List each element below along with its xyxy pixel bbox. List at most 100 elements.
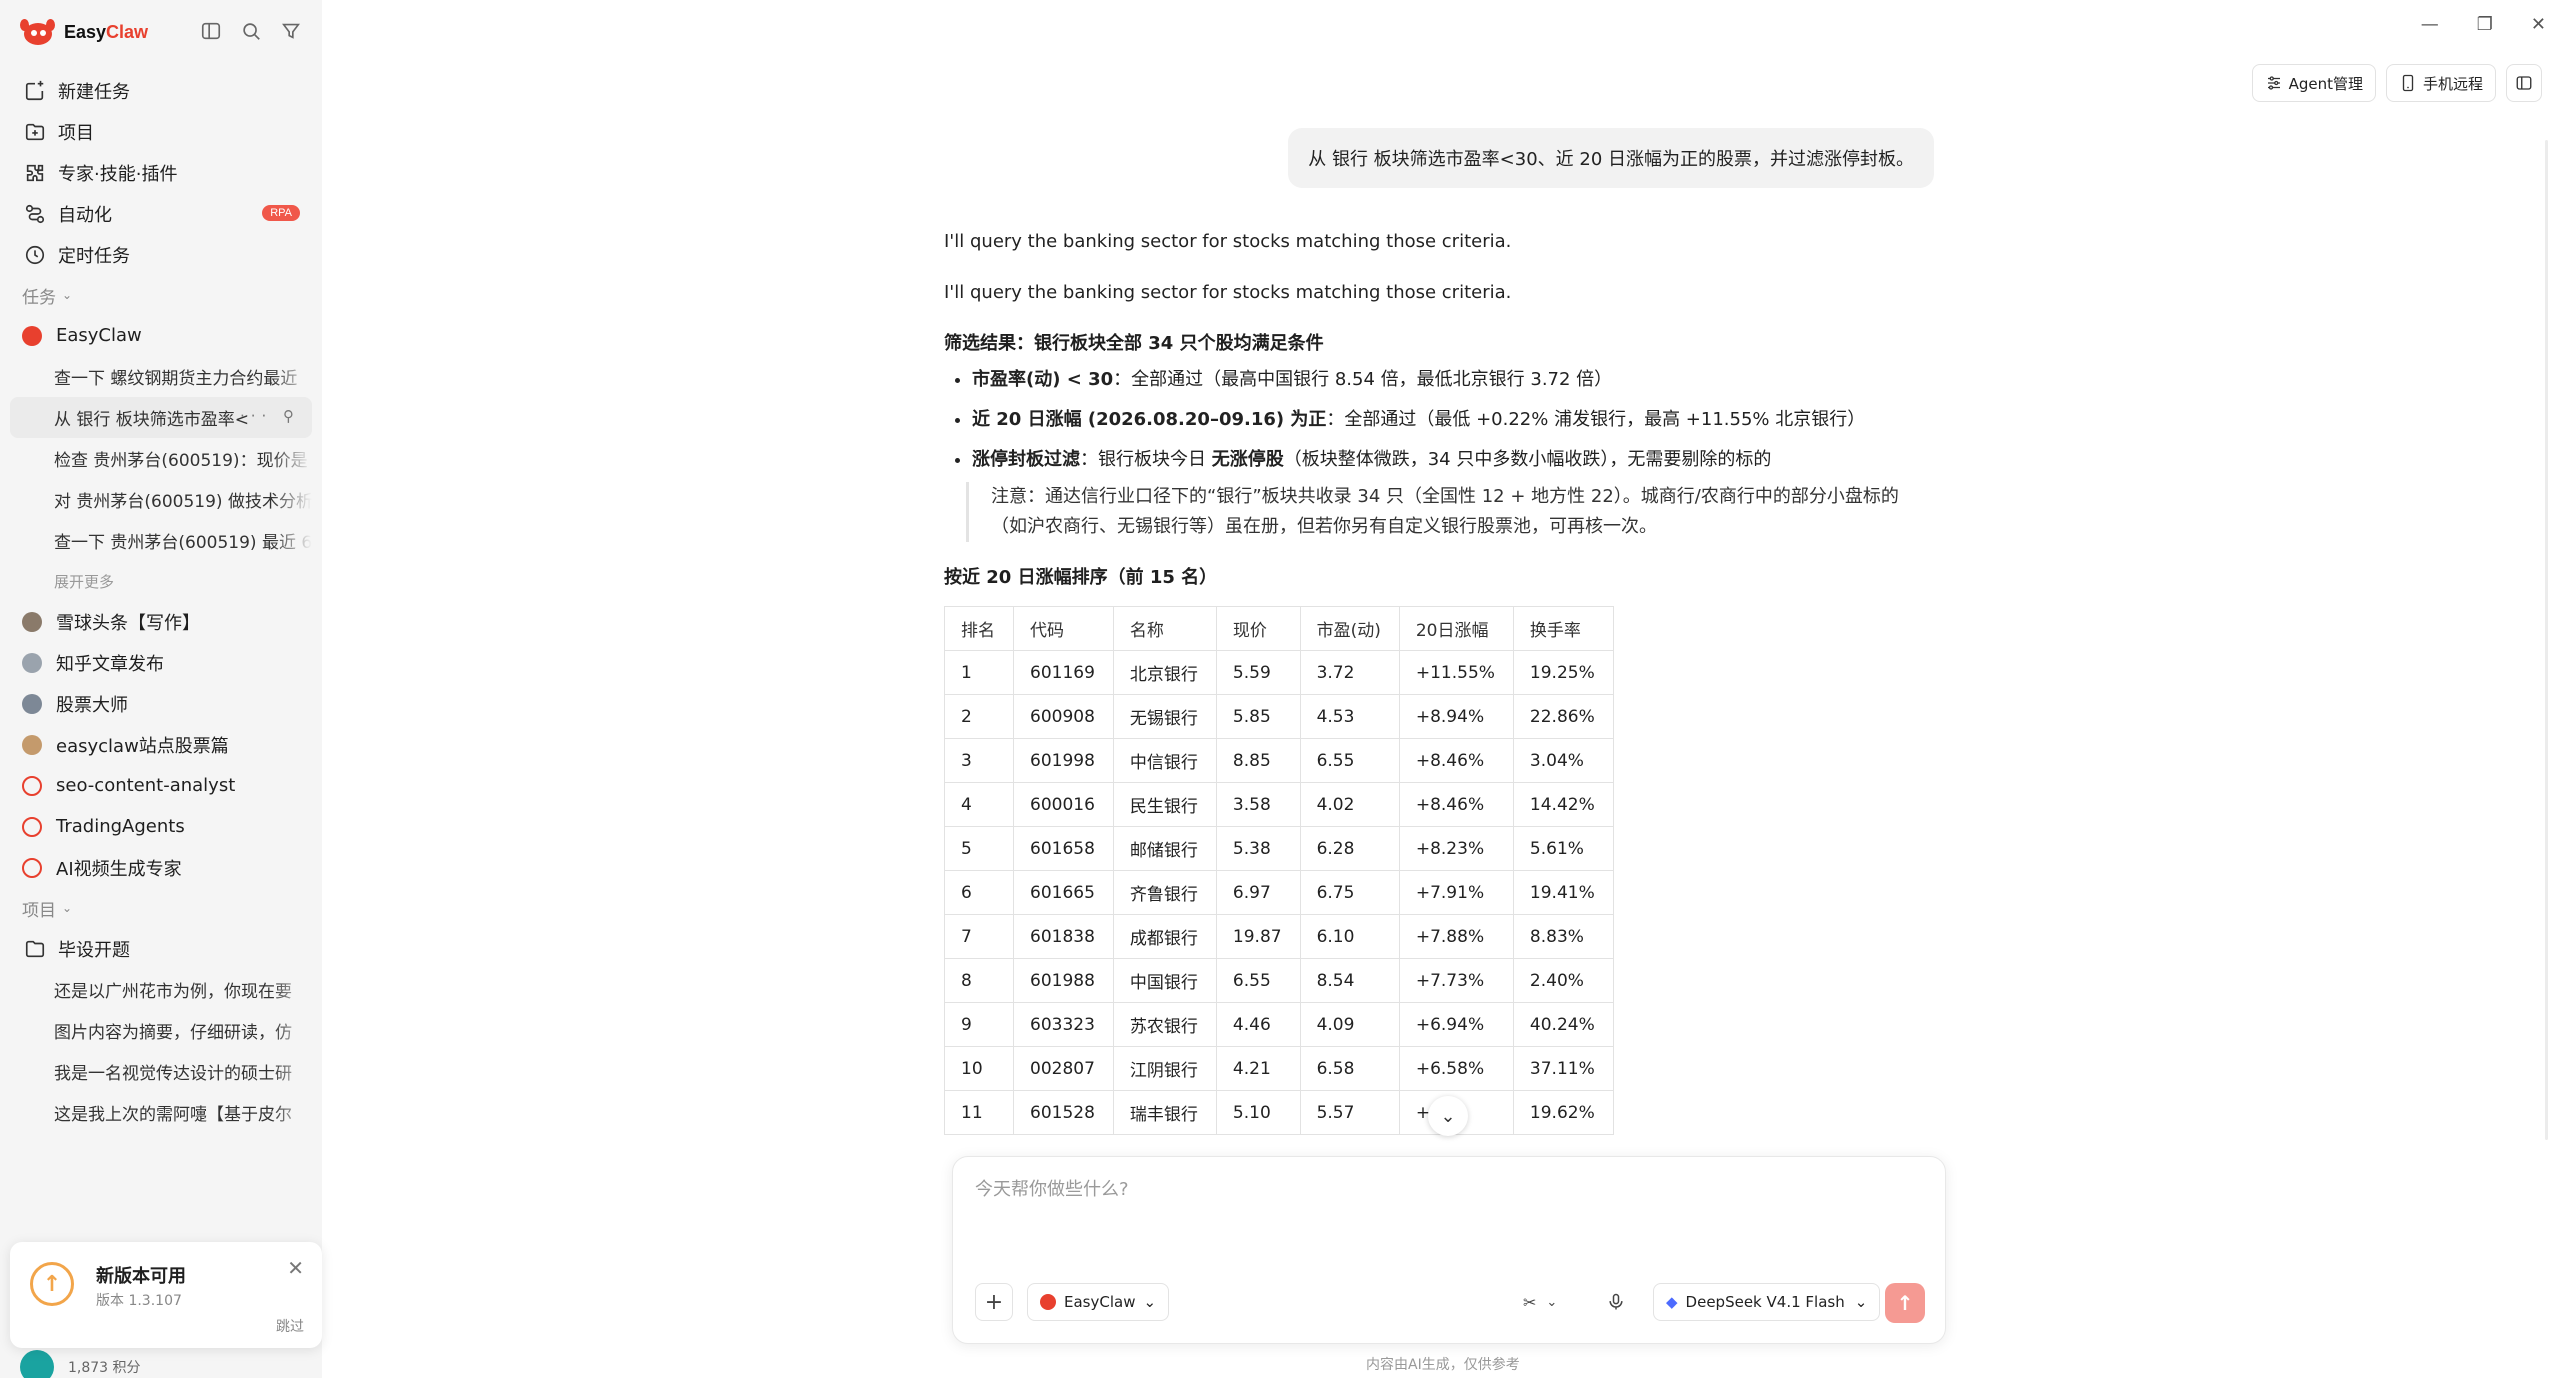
table-cell: 600908 [1013,694,1114,739]
agent-item[interactable]: 知乎文章发布 [10,642,312,683]
project-item[interactable]: 还是以广州花市为例，你现在要 [10,969,312,1010]
table-cell: +8.23% [1398,826,1514,871]
close-window-icon[interactable]: ✕ [2531,14,2546,35]
update-version: 版本 1.3.107 [96,1293,182,1309]
mobile-remote-button[interactable]: 手机远程 [2385,64,2496,102]
task-more-pin-icon[interactable]: ··· ⚲ [240,407,300,425]
close-icon[interactable]: ✕ [287,1256,304,1280]
avatar [22,693,42,714]
table-cell: 8 [944,958,1014,1003]
agent-item[interactable]: AI视频生成专家 [10,847,312,888]
nav-automation[interactable]: 自动化 RPA [10,193,312,234]
agent-item[interactable]: 雪球头条【写作】 [10,601,312,642]
table-cell: +7.88% [1398,914,1514,959]
table-cell: 2.40% [1512,958,1614,1003]
table-cell: 6.10 [1299,914,1400,959]
task-item[interactable]: 查一下 螺纹钢期货主力合约最近 [10,356,312,397]
table-header-cell: 名称 [1112,606,1217,651]
table-row: 9 603323 苏农银行 4.46 4.09 +6.94% 40.24% [944,1002,1614,1047]
table-cell: 37.11% [1512,1046,1614,1091]
agent-item[interactable]: seo-content-analyst [10,765,312,806]
table-cell: 5.10 [1215,1090,1301,1135]
folder-icon [25,940,45,957]
projects-section-header[interactable]: 项目 ⌄ [10,888,312,928]
avatar [20,1350,54,1378]
sidebar-toggle-icon[interactable] [200,20,222,42]
table-cell: 邮储银行 [1112,826,1217,871]
table-cell: 4.46 [1215,1002,1301,1047]
agent-management-button[interactable]: Agent管理 [2251,64,2376,102]
nav-new-task[interactable]: 新建任务 [10,70,312,111]
minimize-icon[interactable]: — [2421,14,2439,35]
arrow-up-icon: ↑ [1896,1291,1914,1315]
sliders-icon [2267,76,2280,90]
user-points: 1,873 积分 [68,1360,141,1376]
table-cell: 40.24% [1512,1002,1614,1047]
table-cell: 8.85 [1215,738,1301,783]
microphone-button[interactable] [1597,1283,1635,1321]
restore-icon[interactable]: ❐ [2477,14,2493,35]
chevron-down-icon: ⌄ [1546,1294,1558,1310]
prompt-input[interactable]: 今天帮你做些什么? [975,1175,1129,1201]
scrollbar[interactable] [2545,140,2548,1140]
table-cell: 601169 [1013,650,1114,695]
table-cell: 4.02 [1299,782,1400,827]
phone-icon [2402,74,2414,92]
filter-icon[interactable] [280,20,302,42]
table-cell: 603323 [1013,1002,1114,1047]
sidebar: EasyClaw 新建任务 项目 专家·技能·插件 自动化 RPA 定时任务 任… [0,0,322,1378]
panel-toggle-button[interactable] [2506,64,2542,102]
skip-button[interactable]: 跳过 [276,1316,304,1336]
claw-icon [22,857,42,878]
add-attachment-button[interactable]: + [975,1283,1013,1321]
tasks-section-header[interactable]: 任务 ⌄ [10,275,312,315]
table-cell: 4.53 [1299,694,1400,739]
table-cell: 江阴银行 [1112,1046,1217,1091]
chevron-down-icon: ⌄ [62,901,73,915]
model-selector[interactable]: ◆ DeepSeek V4.1 Flash ⌄ [1653,1283,1881,1321]
task-item[interactable]: 检查 贵州茅台(600519)：现价是 [10,438,312,479]
table-cell: 2 [944,694,1014,739]
project-item[interactable]: 我是一名视觉传达设计的硕士研 [10,1051,312,1092]
task-group-easyclaw[interactable]: EasyClaw [10,315,312,356]
agent-item[interactable]: 股票大师 [10,683,312,724]
arrow-up-icon: ↑ [30,1262,74,1306]
nav-plugins[interactable]: 专家·技能·插件 [10,152,312,193]
table-cell: 5.59 [1215,650,1301,695]
claw-icon [22,816,42,837]
assistant-reply: I'll query the banking sector for stocks… [944,228,1904,1135]
task-item-active[interactable]: 从 银行 板块筛选市盈率< ··· ⚲ [10,397,312,438]
tools-toggle[interactable]: ✂ ⌄ [1523,1283,1557,1321]
table-cell: 9 [944,1002,1014,1047]
send-button[interactable]: ↑ [1885,1283,1925,1323]
claw-icon [22,775,42,796]
scroll-down-button[interactable]: ⌄ [1428,1096,1468,1136]
panel-icon [2516,76,2532,90]
agent-selector[interactable]: EasyClaw ⌄ [1027,1283,1170,1321]
nav-scheduled[interactable]: 定时任务 [10,234,312,275]
table-cell: 5.85 [1215,694,1301,739]
project-folder[interactable]: 毕设开题 [10,928,312,969]
table-row: 6 601665 齐鲁银行 6.97 6.75 +7.91% 19.41% [944,870,1614,915]
task-item[interactable]: 对 贵州茅台(600519) 做技术分析 [10,479,312,520]
task-item[interactable]: 查一下 贵州茅台(600519) 最近 6 [10,520,312,561]
table-row: 3 601998 中信银行 8.85 6.55 +8.46% 3.04% [944,738,1614,783]
project-item[interactable]: 这是我上次的需阿嚏【基于皮尔 [10,1092,312,1133]
table-cell: 19.87 [1215,914,1301,959]
rpa-badge: RPA [262,205,300,221]
table-row: 11601528瑞丰银行5.105.57+6.419.62% [944,1090,1614,1135]
table-cell: 3 [944,738,1014,783]
result-heading: 筛选结果：银行板块全部 34 只个股均满足条件 [944,333,1324,354]
table-cell: 5.61% [1512,826,1614,871]
nav-project[interactable]: 项目 [10,111,312,152]
avatar [22,611,42,632]
table-cell: 成都银行 [1112,914,1217,959]
expand-more-link[interactable]: 展开更多 [10,561,312,601]
table-cell: 7 [944,914,1014,959]
search-icon[interactable] [240,20,262,42]
agent-item[interactable]: easyclaw站点股票篇 [10,724,312,765]
project-item[interactable]: 图片内容为摘要，仔细研读，仿 [10,1010,312,1051]
table-cell: 601998 [1013,738,1114,783]
agent-item[interactable]: TradingAgents [10,806,312,847]
user-info[interactable]: 1,873 积分 [20,1350,141,1378]
